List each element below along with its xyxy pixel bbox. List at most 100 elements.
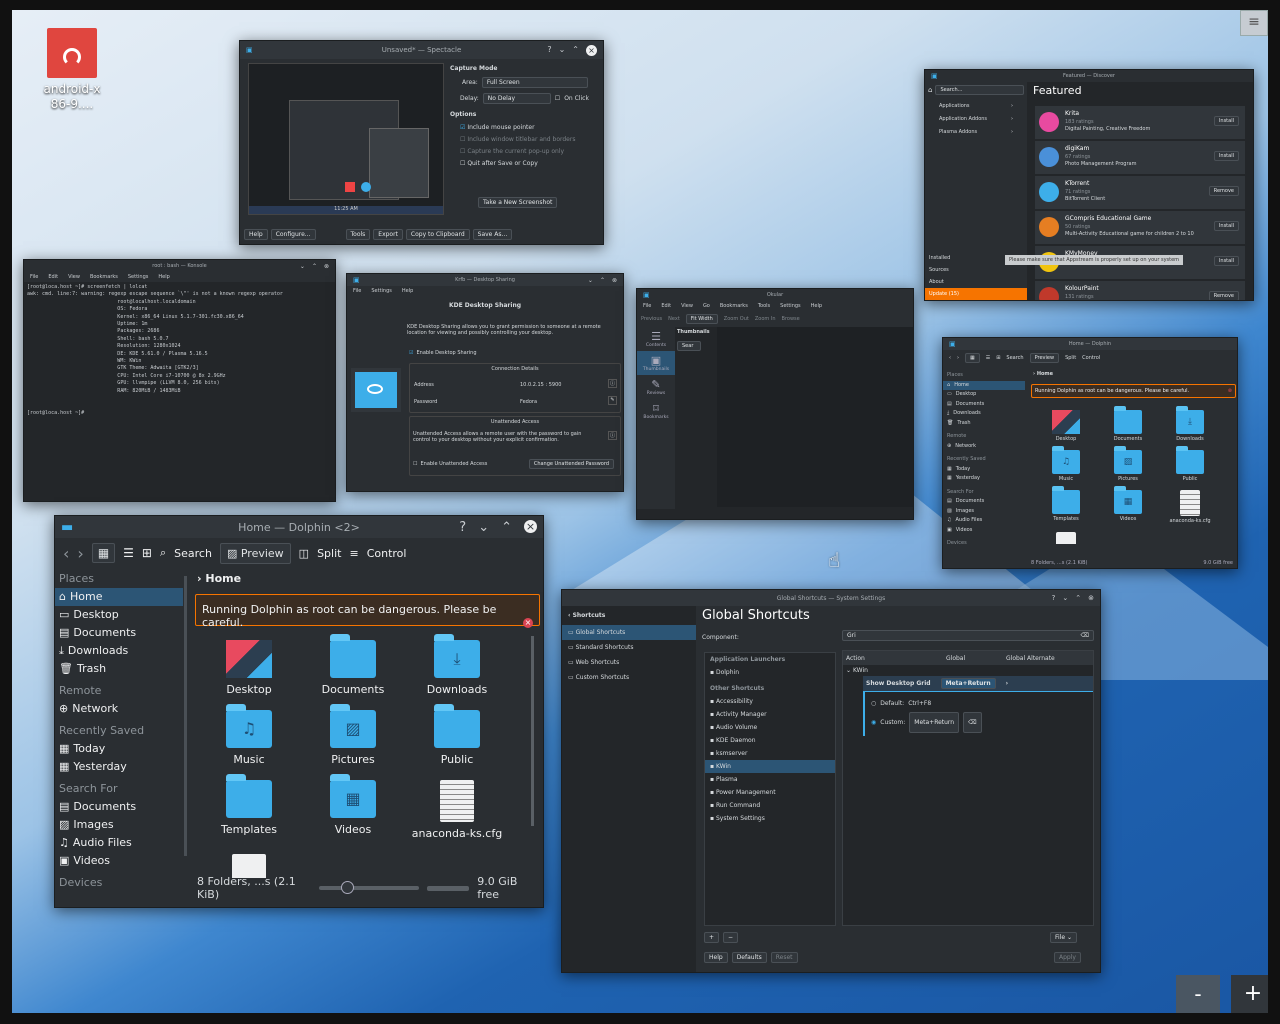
window-okular[interactable]: ▣ Okular File Edit View Go Bookmarks Tools Sett…: [636, 288, 914, 520]
okular-panel-thumbnails[interactable]: ▣ Thumbnails: [637, 351, 675, 375]
info-icon[interactable]: ⓘ: [608, 431, 617, 440]
file-pictures[interactable]: ▨ Pictures: [301, 704, 405, 766]
component-plasma[interactable]: ▪ Plasma: [705, 773, 835, 786]
forward-icon[interactable]: ›: [77, 544, 83, 563]
unattended-checkbox[interactable]: ☐: [413, 461, 417, 467]
thumbnail-search-input[interactable]: Sear: [677, 341, 701, 351]
area-select[interactable]: Full Screen: [481, 77, 588, 88]
previous-button[interactable]: Previous: [641, 316, 662, 322]
file-videos[interactable]: ▦ Videos: [301, 774, 405, 840]
menu-item-bookmarks[interactable]: Bookmarks: [720, 303, 748, 309]
sidebar-item-desktop[interactable]: ▭ Desktop: [55, 606, 183, 624]
menu-item-settings[interactable]: Settings: [371, 288, 392, 294]
sidebar-search-images[interactable]: ▨ Images: [943, 507, 1025, 517]
delay-spinbox[interactable]: No Delay: [482, 93, 551, 104]
col-global[interactable]: Global: [946, 655, 1006, 662]
app-card[interactable]: GCompris Educational Game 50 ratings Multi…: [1035, 211, 1245, 244]
menu-item-edit[interactable]: Edit: [661, 303, 671, 309]
home-icon[interactable]: ⌂: [928, 86, 932, 94]
sidebar-search-documents[interactable]: ▤ Documents: [943, 497, 1025, 507]
discover-nav-item[interactable]: Application Addons ›: [939, 113, 1013, 126]
menu-item-edit[interactable]: Edit: [48, 274, 58, 280]
maximize-icon[interactable]: ⌃: [312, 263, 317, 270]
shortcut-key[interactable]: Meta+Return: [940, 678, 996, 689]
app-card[interactable]: KTorrent 71 ratings BitTorrent Client Remov…: [1035, 176, 1245, 209]
icons-view-icon[interactable]: ▦: [91, 543, 116, 563]
tools-button[interactable]: Tools: [345, 229, 371, 240]
breadcrumb[interactable]: Home: [1037, 371, 1053, 377]
component-dolphin[interactable]: ▪ Dolphin: [705, 666, 835, 679]
kwin-group[interactable]: KWin: [853, 667, 868, 674]
export-button[interactable]: Export: [373, 229, 403, 240]
window-dolphin[interactable]: ▬ Home — Dolphin <2> ? ⌄ ⌃ × ‹ › ▦ ☰ ⊞ ⌕ Sea…: [54, 515, 544, 908]
terminal-output[interactable]: [root@loca.host ~]# screenfetch | lolcat…: [24, 282, 335, 419]
sidebar-item-yesterday[interactable]: ▦ Yesterday: [943, 474, 1025, 484]
discover-nav-item[interactable]: Plasma Addons ›: [939, 126, 1013, 139]
sidebar-item-downloads[interactable]: ⤓ Downloads: [943, 409, 1025, 419]
close-icon[interactable]: ⊗: [324, 263, 329, 270]
default-radio[interactable]: ○: [871, 695, 876, 712]
clear-icon[interactable]: ⌫: [1081, 632, 1089, 639]
file-desktop[interactable]: Desktop: [1035, 410, 1097, 442]
clear-shortcut-icon[interactable]: ⌫: [963, 712, 982, 733]
copy-clipboard-button[interactable]: Copy to Clipboard: [405, 229, 470, 240]
component-kde-daemon[interactable]: ▪ KDE Daemon: [705, 734, 835, 747]
window-spectacle[interactable]: ▣ Unsaved* — Spectacle? ⌄ ⌃ × 11:25 AM Captu…: [239, 40, 604, 245]
apply-button[interactable]: Apply: [1054, 952, 1081, 963]
quit-checkbox[interactable]: ☐: [460, 160, 465, 167]
file-desktop[interactable]: Desktop: [197, 640, 301, 696]
search-button[interactable]: Search: [174, 547, 212, 560]
help-button[interactable]: Help: [704, 952, 728, 963]
col-alt[interactable]: Global Alternate: [1006, 655, 1055, 662]
sidebar-search-documents[interactable]: ▤ Documents: [55, 798, 183, 816]
window-global-shortcuts[interactable]: Global Shortcuts — System Settings? ⌄ ⌃ ⊗ ‹…: [561, 589, 1101, 973]
app-card[interactable]: KolourPaint 131 ratings Remove: [1035, 281, 1245, 300]
compact-view-icon[interactable]: ☰: [123, 546, 134, 560]
desktop-icon-android[interactable]: android-x86-9....: [42, 28, 102, 112]
file-public[interactable]: Public: [1159, 446, 1221, 482]
menu-item-view[interactable]: View: [681, 303, 693, 309]
back-button[interactable]: ‹ Shortcuts: [562, 606, 696, 625]
edit-icon[interactable]: ✎: [608, 396, 617, 405]
sidebar-item-today[interactable]: ▦ Today: [55, 740, 183, 758]
sidebar-item-trash[interactable]: 🗑 Trash: [943, 419, 1025, 429]
enable-sharing-checkbox[interactable]: ☑: [409, 350, 413, 356]
window-discover[interactable]: ▣ Featured — Discover ⌂ Search... Applicat…: [924, 69, 1254, 301]
zoom-in-button[interactable]: +: [1231, 975, 1268, 1013]
discover-bottom-item[interactable]: Sources: [925, 264, 1027, 276]
component-run-command[interactable]: ▪ Run Command: [705, 799, 835, 812]
close-warning-icon[interactable]: ×: [523, 618, 533, 628]
sidebar-item-downloads[interactable]: ⤓ Downloads: [55, 642, 183, 660]
search-icon[interactable]: ⌕: [160, 546, 166, 560]
component-ksmserver[interactable]: ▪ ksmserver: [705, 747, 835, 760]
sidebar-search-images[interactable]: ▨ Images: [55, 816, 183, 834]
close-icon[interactable]: ×: [586, 44, 597, 56]
split-icon[interactable]: ◫: [299, 547, 309, 560]
sidebar-item-documents[interactable]: ▤ Documents: [55, 624, 183, 642]
window-konsole[interactable]: root : bash — Konsole ⌄ ⌃ ⊗ File Edit View Boo…: [23, 259, 336, 502]
on-click-checkbox[interactable]: ☐: [555, 95, 560, 102]
discover-bottom-item[interactable]: Update (15): [925, 288, 1027, 300]
sidebar-search-videos[interactable]: ▣ Videos: [943, 526, 1025, 536]
menu-item-go[interactable]: Go: [703, 303, 710, 309]
save-as-button[interactable]: Save As...: [472, 229, 513, 240]
app-action-button[interactable]: Remove: [1208, 291, 1239, 300]
browse-button[interactable]: Browse: [782, 316, 800, 322]
sidebar-item-network[interactable]: ⊕ Network: [55, 700, 183, 718]
mouse-pointer-checkbox[interactable]: ☑: [460, 124, 465, 131]
app-card[interactable]: Krita 183 ratings Digital Painting, Creati…: [1035, 106, 1245, 139]
menu-item-file[interactable]: File: [353, 288, 361, 294]
help-icon[interactable]: ?: [459, 520, 466, 535]
menu-item-settings[interactable]: Settings: [128, 274, 149, 280]
file-anaconda-ks.cfg[interactable]: anaconda-ks.cfg: [405, 780, 509, 840]
file-anaconda-ks.cfg[interactable]: anaconda-ks.cfg: [1159, 490, 1221, 524]
preview-button[interactable]: ▨ Preview: [219, 542, 291, 564]
remove-icon[interactable]: −: [723, 932, 739, 943]
split-button[interactable]: Split: [317, 547, 341, 560]
file-downloads[interactable]: ⤓ Downloads: [405, 634, 509, 696]
sidebar-item-today[interactable]: ▦ Today: [943, 465, 1025, 475]
component-activity-manager[interactable]: ▪ Activity Manager: [705, 708, 835, 721]
zoom-out-button[interactable]: -: [1176, 975, 1220, 1013]
file-music[interactable]: ♫ Music: [197, 704, 301, 766]
menu-item-file[interactable]: File: [643, 303, 651, 309]
